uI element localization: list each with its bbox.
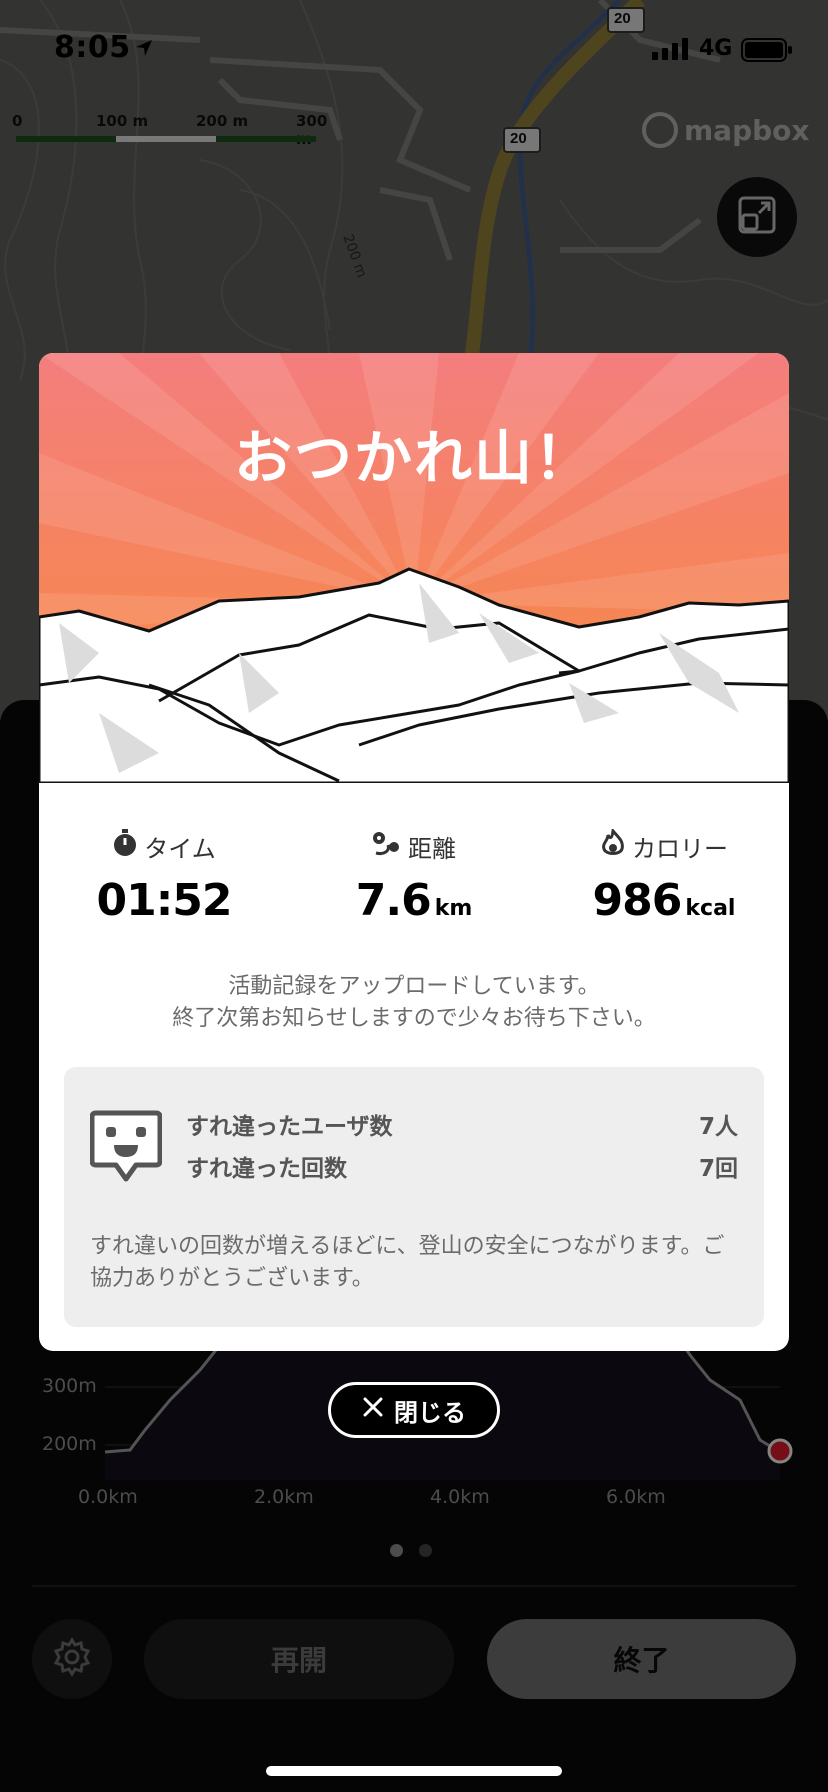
flame-icon — [600, 827, 626, 863]
close-label: 閉じる — [394, 1398, 466, 1427]
stopwatch-icon — [112, 829, 138, 863]
upload-line: 終了次第お知らせしますので少々お待ち下さい。 — [172, 1006, 656, 1031]
route-pin-icon — [372, 829, 402, 863]
modal-title: おつかれ山！ — [233, 424, 594, 492]
stat-label: 距離 — [408, 834, 456, 863]
pass-by-box: すれ違ったユーザ数 7人 すれ違った回数 7回 すれ違いの回数が増えるほどに、登… — [64, 1067, 764, 1327]
pass-count-value: 7回 — [698, 1156, 738, 1182]
home-indicator[interactable] — [266, 1766, 562, 1776]
stat-time: タイム 01:52 — [39, 829, 289, 926]
stat-calories: カロリー 986 kcal — [539, 827, 789, 926]
stat-value: 01:52 — [96, 875, 232, 926]
summary-modal: おつかれ山！ タイム 01:52 距離 7.6 km カロリー 986 kcal… — [39, 353, 789, 1351]
stat-unit: kcal — [685, 896, 736, 921]
upload-line: 活動記録をアップロードしています。 — [228, 974, 600, 999]
pass-users-value: 7人 — [698, 1114, 738, 1140]
stat-unit: km — [434, 896, 473, 921]
pass-count-label: すれ違った回数 — [186, 1156, 347, 1182]
pass-users-label: すれ違ったユーザ数 — [186, 1114, 393, 1140]
stat-distance: 距離 7.6 km — [289, 829, 539, 926]
stat-value: 7.6 — [355, 875, 432, 926]
upload-message: 活動記録をアップロードしています。 終了次第お知らせしますので少々お待ち下さい。 — [39, 971, 789, 1035]
stat-label: カロリー — [632, 834, 728, 863]
pass-note: すれ違いの回数が増えるほどに、登山の安全につながります。ご協力ありがとうございま… — [90, 1234, 725, 1291]
activity-stats: タイム 01:52 距離 7.6 km カロリー 986 kcal — [39, 827, 789, 949]
pass-by-face-icon — [89, 1109, 163, 1187]
close-button[interactable]: 閉じる — [328, 1382, 500, 1438]
stat-value: 986 — [592, 875, 683, 926]
close-icon — [362, 1396, 384, 1424]
stat-label: タイム — [144, 834, 216, 863]
